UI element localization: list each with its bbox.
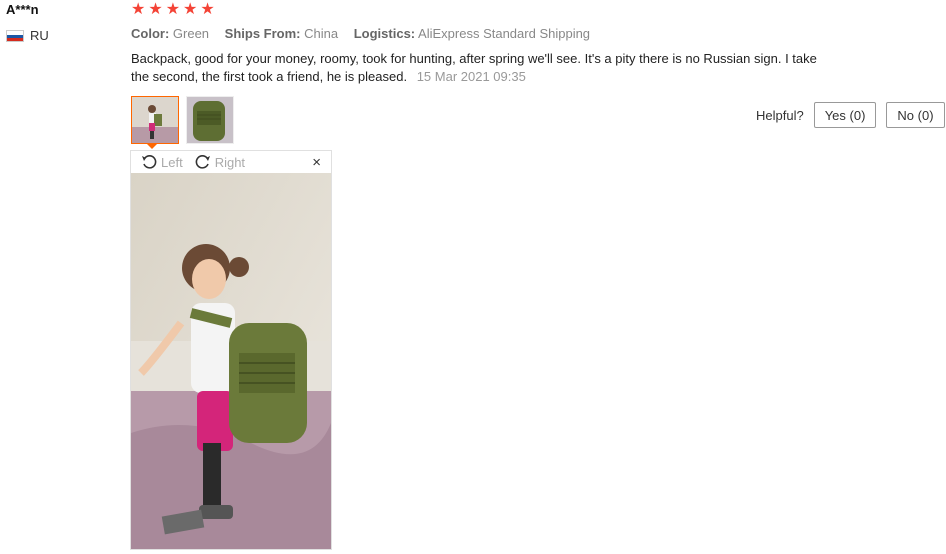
helpful-no-button[interactable]: No (0)	[886, 102, 945, 128]
helpful-yes-button[interactable]: Yes (0)	[813, 102, 877, 128]
country-code: RU	[30, 28, 49, 43]
rotate-right-label: Right	[214, 154, 246, 170]
logistics-label: Logistics:	[353, 26, 416, 41]
star-icon: ★	[148, 1, 164, 18]
star-rating: ★ ★ ★ ★ ★	[131, 2, 216, 18]
review-photo-thumbnail-1[interactable]	[131, 96, 179, 144]
close-icon[interactable]: ×	[312, 154, 321, 171]
rotate-left-label: Left	[161, 154, 183, 170]
color-label: Color:	[131, 26, 170, 41]
rotate-right-icon	[195, 155, 210, 169]
star-icon: ★	[183, 1, 199, 18]
star-icon: ★	[200, 1, 216, 18]
star-icon: ★	[131, 1, 147, 18]
color-value: Green	[172, 26, 210, 41]
review-body: Backpack, good for your money, roomy, to…	[131, 50, 831, 86]
star-icon: ★	[165, 1, 182, 18]
helpful-section: Helpful? Yes (0) No (0)	[756, 102, 945, 128]
rotate-left-icon	[142, 155, 157, 169]
rotate-right-button[interactable]: Right	[195, 154, 245, 170]
photo-viewer: Left Right ×	[130, 150, 332, 550]
thumbnail-selected-pointer	[146, 143, 158, 149]
buyer-name: A***n	[6, 2, 39, 17]
ships-from-value: China	[304, 26, 339, 41]
russia-flag-icon	[6, 29, 24, 42]
ships-from-label: Ships From:	[224, 26, 301, 41]
rotate-left-button[interactable]: Left	[141, 154, 183, 170]
review-photo-thumbnail-2[interactable]	[186, 96, 234, 144]
photo-viewer-toolbar: Left Right ×	[131, 151, 331, 173]
helpful-label: Helpful?	[756, 107, 804, 123]
review-date: 15 Mar 2021 09:35	[416, 69, 526, 84]
buyer-country: RU	[6, 28, 49, 43]
review-photo-large	[131, 173, 331, 549]
logistics-value: AliExpress Standard Shipping	[418, 26, 591, 41]
order-meta: Color: Green Ships From: China Logistics…	[131, 26, 602, 41]
